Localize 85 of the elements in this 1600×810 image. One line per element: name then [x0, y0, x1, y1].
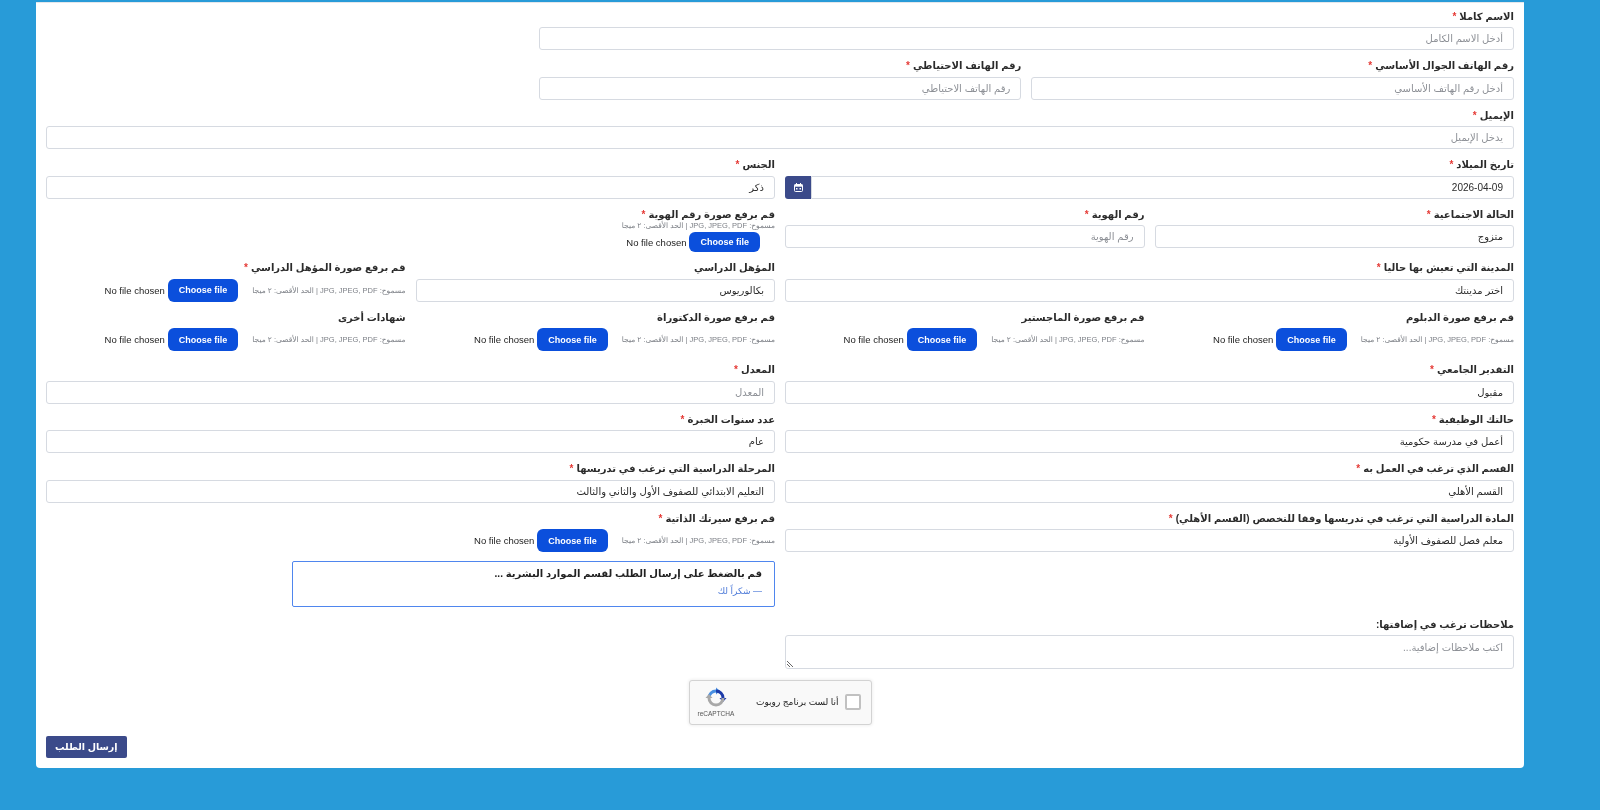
- required-asterisk: *: [641, 208, 646, 220]
- field-label: رقم الهاتف الجوال الأساسي: [1375, 60, 1514, 71]
- file-status-text: No file chosen: [104, 284, 165, 296]
- file-status-text: No file chosen: [474, 334, 535, 345]
- field-label: عدد سنوات الخبرة: [687, 413, 775, 425]
- field-label: المرحلة الدراسية التي ترغب في تدريسها: [576, 463, 775, 474]
- input-field[interactable]: يدخل الإيميل: [46, 126, 1514, 149]
- field-label: قم برفع صورة المؤهل الدراسي: [250, 262, 406, 273]
- field-label: حالتك الوظيفية: [1438, 413, 1514, 425]
- field-label: رقم الهاتف الاحتياطي: [912, 60, 1022, 71]
- required-asterisk: *: [735, 159, 740, 170]
- required-asterisk: *: [1452, 10, 1457, 22]
- required-asterisk: *: [906, 60, 910, 71]
- choose-file-button[interactable]: Choose file: [689, 232, 760, 252]
- field-label: قم برفع صورة الدكتوراة: [657, 311, 775, 323]
- field-label: القسم الذي ترغب في العمل به: [1363, 463, 1514, 474]
- required-asterisk: *: [1376, 262, 1381, 273]
- required-asterisk: *: [1368, 60, 1373, 71]
- file-status-text: No file chosen: [104, 334, 165, 345]
- input-field[interactable]: اختر مدينتك: [785, 278, 1514, 302]
- submit-button[interactable]: إرسال الطلب: [46, 735, 127, 758]
- notice-signature: — شكراً لك: [717, 584, 762, 597]
- input-field[interactable]: متزوج: [1154, 225, 1514, 248]
- choose-file-button[interactable]: Choose file: [537, 529, 608, 552]
- file-status-text: No file chosen: [626, 236, 687, 248]
- field-label: الحالة الاجتماعية: [1433, 208, 1514, 220]
- field-label: تاريخ الميلاد: [1456, 159, 1514, 170]
- resize-handle-icon[interactable]: [787, 659, 794, 667]
- required-asterisk: *: [1356, 463, 1361, 474]
- file-status-text: No file chosen: [474, 535, 535, 546]
- circular-arrows-icon: [704, 687, 727, 709]
- input-field[interactable]: المعدل: [46, 380, 775, 404]
- input-field[interactable]: مقبول: [785, 380, 1514, 404]
- field-label: المؤهل الدراسي: [694, 262, 775, 273]
- field-label: قم برفع صورة الماجستير: [1021, 311, 1145, 323]
- field-label: المدينة التي تعيش بها حاليا: [1383, 262, 1514, 273]
- required-asterisk: *: [1430, 364, 1434, 375]
- choose-file-button[interactable]: Choose file: [1276, 328, 1347, 351]
- field-label: قم برفع سيرتك الذاتية: [665, 512, 775, 524]
- calendar-icon: [793, 182, 803, 192]
- required-asterisk: *: [658, 512, 663, 524]
- field-label: رقم الهوية: [1091, 208, 1145, 220]
- captcha-label: أنا لست برنامج روبوت: [755, 697, 839, 707]
- required-asterisk: *: [569, 463, 574, 474]
- input-field[interactable]: أدخل رقم الهاتف الأساسي: [1031, 76, 1514, 100]
- required-asterisk: *: [1426, 208, 1431, 220]
- field-label: الجنس: [742, 159, 775, 170]
- field-label: قم برفع صورة رقم الهوية: [648, 208, 775, 220]
- field-label: ملاحظات ترغب في إضافتها:: [1375, 619, 1514, 630]
- input-field[interactable]: أدخل الاسم الكامل: [538, 27, 1514, 50]
- input-field[interactable]: ذكر: [46, 175, 775, 199]
- field-label: قم برفع صورة الدبلوم: [1405, 311, 1514, 323]
- choose-file-button[interactable]: Choose file: [167, 328, 239, 351]
- input-field[interactable]: أعمل في مدرسة حكومية: [785, 430, 1514, 453]
- input-field[interactable]: رقم الهوية: [785, 225, 1145, 248]
- choose-file-button[interactable]: Choose file: [906, 328, 978, 351]
- required-asterisk: *: [1431, 413, 1436, 425]
- input-field[interactable]: معلم فصل للصفوف الأولية: [785, 529, 1514, 552]
- file-status-text: No file chosen: [843, 334, 904, 345]
- required-asterisk: *: [1168, 512, 1173, 524]
- textarea-field[interactable]: اكتب ملاحظات إضافية...: [785, 634, 1514, 669]
- required-asterisk: *: [1084, 208, 1089, 220]
- field-label: التقدير الجامعي: [1436, 364, 1514, 375]
- required-asterisk: *: [1449, 159, 1454, 170]
- notice-text: قم بالضغط على إرسال الطلب لقسم الموارد البشرية ...: [494, 566, 762, 581]
- date-field[interactable]: 2026-04-09: [811, 175, 1514, 199]
- required-asterisk: *: [244, 262, 248, 273]
- field-label: الإيميل: [1479, 109, 1514, 121]
- choose-file-button[interactable]: Choose file: [167, 278, 239, 302]
- required-asterisk: *: [1472, 109, 1477, 121]
- field-label: المعدل: [741, 364, 775, 375]
- input-field[interactable]: عام: [46, 430, 775, 453]
- captcha-checkbox[interactable]: [844, 694, 861, 710]
- input-field[interactable]: القسم الأهلي: [785, 479, 1514, 503]
- field-label: المادة الدراسية التي ترغب في تدريسها وفقا للتخصص (القسم الأهلي): [1175, 512, 1514, 524]
- field-label: الاسم كاملا: [1459, 10, 1514, 22]
- input-field[interactable]: بكالوريوس: [415, 278, 775, 302]
- file-status-text: No file chosen: [1213, 334, 1274, 345]
- required-asterisk: *: [680, 413, 685, 425]
- field-label: شهادات أخرى: [337, 311, 406, 323]
- input-field[interactable]: التعليم الابتدائي للصفوف الأول والثاني والثالث: [46, 479, 775, 503]
- required-asterisk: *: [734, 364, 738, 375]
- choose-file-button[interactable]: Choose file: [537, 328, 608, 351]
- calendar-button[interactable]: [785, 175, 811, 199]
- input-field[interactable]: رقم الهاتف الاحتياطي: [538, 76, 1022, 100]
